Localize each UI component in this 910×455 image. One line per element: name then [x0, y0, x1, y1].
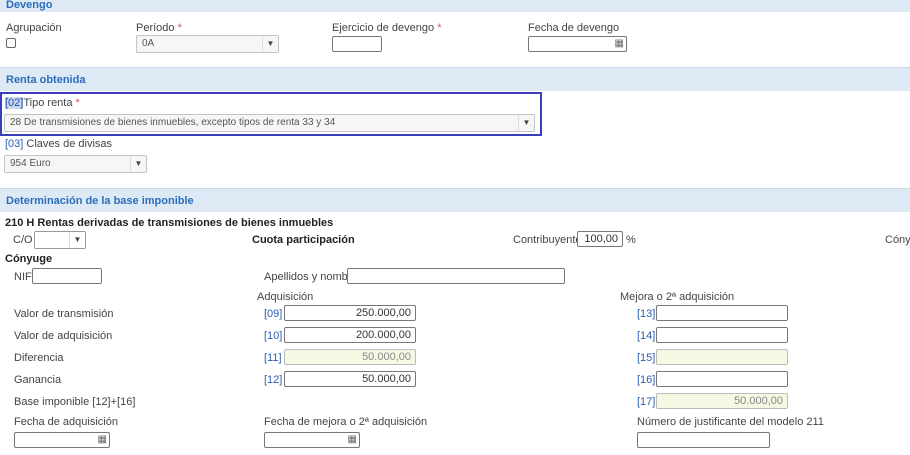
periodo-value: 0A	[142, 38, 155, 49]
nif-label: NIF	[14, 271, 32, 283]
ganancia-input[interactable]: 50.000,00	[284, 371, 416, 387]
tipo-renta-value: 28 De transmisiones de bienes inmuebles,…	[10, 117, 336, 128]
row-code-a: [11]	[264, 352, 282, 364]
divisas-select[interactable]: 954 Euro ▼	[4, 155, 147, 173]
chevron-down-icon: ▼	[262, 36, 278, 52]
row-code-b: [14]	[637, 330, 656, 342]
apellidos-label: Apellidos y nombre	[264, 271, 358, 283]
row-code-a: [10]	[264, 330, 283, 342]
row-code-a: [12]	[264, 374, 283, 386]
tipo-renta-label: [02]Tipo renta *	[5, 97, 80, 109]
fecha-adquisicion-label: Fecha de adquisición	[14, 416, 118, 428]
nif-input[interactable]	[32, 268, 102, 284]
justificante-label: Número de justificante del modelo 211	[637, 416, 824, 428]
base-header: Determinación de la base imponible	[0, 188, 910, 212]
chevron-down-icon: ▼	[518, 115, 534, 131]
mejora-adquisicion-input[interactable]	[656, 327, 788, 343]
divisas-value: 954 Euro	[10, 158, 51, 169]
periodo-label: Período *	[136, 22, 182, 34]
fecha-adquisicion-input[interactable]: ▦	[14, 432, 110, 448]
row-code-b: [17]	[637, 396, 656, 408]
row-label: Ganancia	[14, 374, 62, 386]
agrupacion-checkbox[interactable]	[6, 38, 16, 48]
periodo-select[interactable]: 0A ▼	[136, 35, 279, 53]
chevron-down-icon: ▼	[69, 232, 85, 248]
ejercicio-label: Ejercicio de devengo *	[332, 22, 442, 34]
row-code-b: [15]	[637, 352, 656, 364]
row-code-b: [16]	[637, 374, 656, 386]
valor-transmision-input[interactable]: 250.000,00	[284, 305, 416, 321]
base-imponible-value: 50.000,00	[656, 393, 788, 409]
fecha-devengo-label: Fecha de devengo	[528, 22, 620, 34]
percent-sign: %	[626, 234, 636, 246]
justificante-input[interactable]	[637, 432, 770, 448]
chevron-down-icon: ▼	[130, 156, 146, 172]
fecha-mejora-label: Fecha de mejora o 2ª adquisición	[264, 416, 428, 428]
tipo-renta-select[interactable]: 28 De transmisiones de bienes inmuebles,…	[4, 114, 535, 132]
row-code-a: [09]	[264, 308, 283, 320]
fecha-devengo-input[interactable]: ▦	[528, 36, 627, 52]
co-label: C/O	[13, 234, 33, 246]
agrupacion-label: Agrupación	[6, 22, 62, 34]
contribuyente-input[interactable]: 100,00	[577, 231, 623, 247]
row-label: Base imponible [12]+[16]	[14, 396, 136, 408]
conyuge-heading: Cónyuge	[5, 253, 53, 265]
row-label: Valor de transmisión	[14, 308, 114, 320]
calendar-icon[interactable]: ▦	[98, 433, 107, 447]
mejora-transmision-input[interactable]	[656, 305, 788, 321]
fecha-mejora-input[interactable]: ▦	[264, 432, 360, 448]
ejercicio-input[interactable]	[332, 36, 382, 52]
base-subtitle: 210 H Rentas derivadas de transmisiones …	[5, 217, 334, 229]
diferencia-value: 50.000,00	[284, 349, 416, 365]
contribuyente-label: Contribuyente	[513, 234, 582, 246]
calendar-icon[interactable]: ▦	[348, 433, 357, 447]
apellidos-input[interactable]	[347, 268, 565, 284]
conyuge-truncated-label: Cóny	[885, 234, 910, 246]
mejora-diferencia-value	[656, 349, 788, 365]
col-adquisicion-label: Adquisición	[257, 291, 314, 303]
row-label: Diferencia	[14, 352, 64, 364]
calendar-icon[interactable]: ▦	[615, 37, 624, 51]
valor-adquisicion-input[interactable]: 200.000,00	[284, 327, 416, 343]
row-label: Valor de adquisición	[14, 330, 113, 342]
mejora-ganancia-input[interactable]	[656, 371, 788, 387]
cuota-label: Cuota participación	[252, 234, 355, 246]
divisas-label: [03] Claves de divisas	[5, 138, 113, 150]
co-select[interactable]: ▼	[34, 231, 86, 249]
row-code-b: [13]	[637, 308, 656, 320]
renta-header: Renta obtenida	[0, 67, 910, 91]
devengo-header: Devengo	[0, 0, 910, 12]
col-mejora-label: Mejora o 2ª adquisición	[620, 291, 735, 303]
